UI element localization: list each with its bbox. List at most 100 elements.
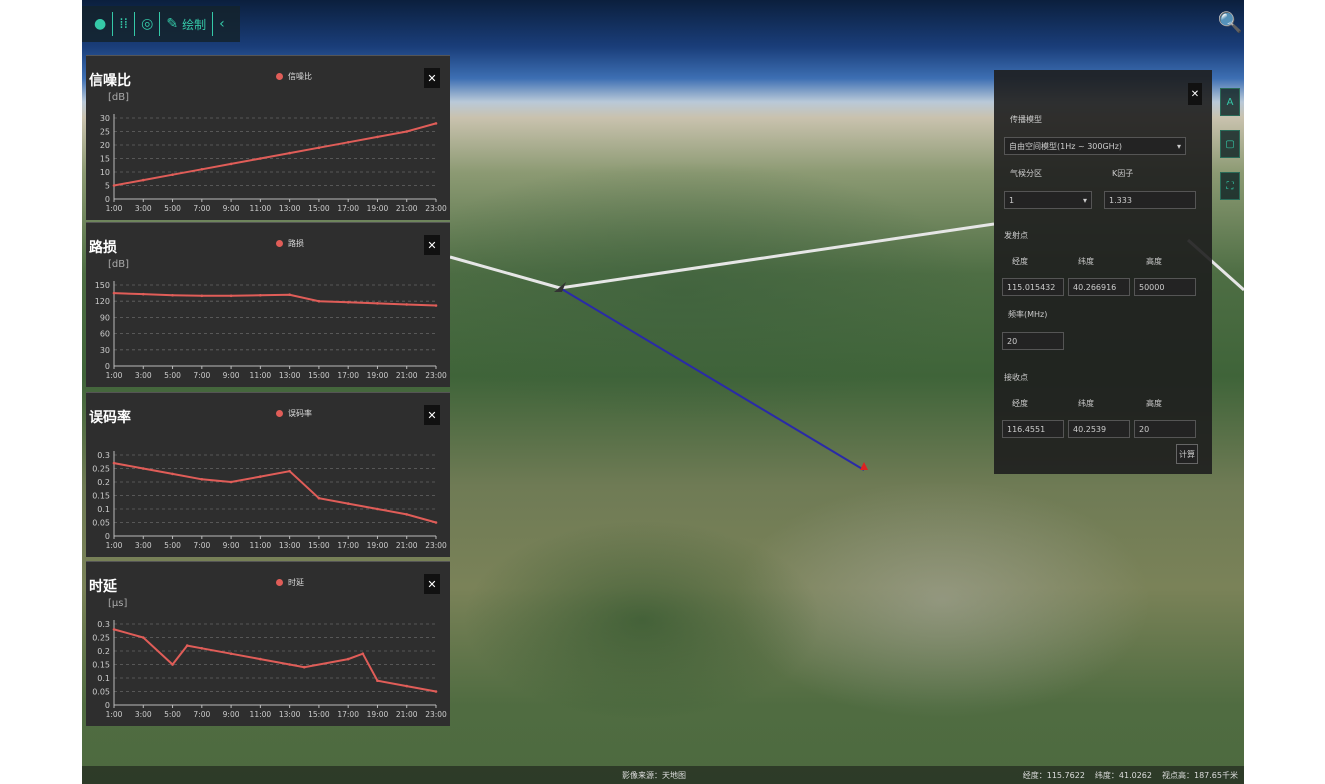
x-tick-label: 5:00: [164, 204, 181, 213]
x-tick-label: 15:00: [308, 371, 330, 380]
x-tick-label: 17:00: [337, 371, 359, 380]
x-tick-label: 13:00: [279, 204, 301, 213]
x-tick-label: 1:00: [106, 541, 123, 550]
search-icon[interactable]: 🔍: [1218, 10, 1243, 34]
grid-glyph: ⁞⁞: [119, 16, 129, 32]
globe-glyph: ●: [94, 16, 107, 32]
x-tick-label: 3:00: [135, 710, 152, 719]
data-point: [200, 478, 204, 481]
data-point: [200, 294, 204, 298]
y-tick-label: 90: [100, 313, 110, 322]
tx-lat-input[interactable]: 40.266916: [1068, 278, 1130, 296]
x-tick-label: 19:00: [367, 371, 389, 380]
series-line: [113, 628, 437, 693]
tx-alt-input[interactable]: 50000: [1134, 278, 1196, 296]
y-tick-label: 0.05: [92, 688, 110, 697]
y-tick-label: 0: [105, 362, 110, 371]
data-point: [259, 157, 262, 160]
data-point: [112, 184, 116, 187]
x-tick-label: 23:00: [425, 541, 447, 550]
y-tick-label: 20: [100, 141, 110, 150]
data-point: [346, 657, 350, 661]
x-tick-label: 11:00: [250, 710, 272, 719]
calculate-button[interactable]: 计算: [1176, 444, 1198, 464]
data-point: [405, 130, 409, 133]
data-point: [141, 467, 145, 470]
rx-lat-input[interactable]: 40.2539: [1068, 420, 1130, 438]
data-point: [259, 475, 262, 478]
globe-icon[interactable]: ●: [88, 12, 114, 36]
data-point: [171, 663, 174, 666]
data-point: [141, 292, 145, 296]
series-line: [113, 292, 437, 307]
close-button[interactable]: ✕: [1188, 83, 1202, 105]
coordinate-readout: 经度：115.7622 纬度：41.0262 视点高：187.65千米: [1023, 770, 1238, 781]
data-point: [346, 502, 350, 505]
data-point: [317, 496, 321, 500]
text-icon[interactable]: A: [1220, 88, 1240, 116]
region-label: 气候分区: [1010, 169, 1042, 178]
data-point: [361, 652, 365, 655]
y-tick-label: 150: [95, 281, 110, 290]
rx-lon-input[interactable]: 116.4551: [1002, 420, 1064, 438]
data-point: [171, 173, 174, 176]
y-tick-label: 0.3: [97, 451, 110, 460]
y-tick-label: 0.1: [97, 505, 110, 514]
data-point: [288, 151, 291, 155]
data-point: [434, 521, 438, 524]
tx-lon-input[interactable]: 115.015432: [1002, 278, 1064, 296]
data-point: [302, 665, 306, 669]
x-tick-label: 9:00: [223, 541, 240, 550]
k-factor-input[interactable]: 1.333: [1104, 191, 1196, 209]
data-point: [376, 302, 379, 305]
data-point: [200, 168, 204, 171]
y-tick-label: 15: [100, 155, 110, 164]
data-point: [171, 472, 174, 476]
status-bar: 影像来源：天地图 经度：115.7622 纬度：41.0262 视点高：187.…: [82, 766, 1244, 784]
freq-input[interactable]: 20: [1002, 332, 1064, 350]
data-point: [185, 644, 189, 647]
rx-alt-input[interactable]: 20: [1134, 420, 1196, 438]
y-tick-label: 0.25: [92, 634, 110, 643]
chevron-glyph: ‹: [219, 16, 225, 32]
series-line: [113, 122, 437, 187]
x-tick-label: 21:00: [396, 204, 418, 213]
pencil-icon: ✎: [166, 16, 179, 32]
x-tick-label: 19:00: [367, 710, 389, 719]
imagery-source: 影像来源：天地图: [622, 771, 686, 780]
x-tick-label: 7:00: [193, 371, 210, 380]
x-tick-label: 21:00: [396, 371, 418, 380]
grid-icon[interactable]: ⁞⁞: [113, 12, 136, 36]
rx-alt-label: 高度: [1146, 399, 1162, 408]
x-tick-label: 17:00: [337, 710, 359, 719]
region-select[interactable]: 1: [1004, 191, 1092, 210]
receive-section-label: 接收点: [1004, 373, 1028, 382]
propagation-form-panel: ✕ 传播模型 自由空间模型(1Hz ~ 300GHz) 气候分区 K因子 1 1…: [994, 70, 1212, 474]
y-tick-label: 0.05: [92, 519, 110, 528]
data-point: [229, 480, 233, 484]
snr-chart: 0 5 10 15 20 25 30 1:00 3:00 5:00 7:00 9:00 11:00 13:…: [100, 114, 447, 213]
x-tick-label: 13:00: [279, 371, 301, 380]
draw-button[interactable]: ✎ 绘制: [160, 12, 214, 36]
status-lat: 纬度：41.0262: [1094, 771, 1152, 780]
model-select[interactable]: 自由空间模型(1Hz ~ 300GHz): [1004, 137, 1186, 156]
y-tick-label: 0: [105, 532, 110, 541]
data-point: [288, 293, 291, 297]
x-tick-label: 7:00: [193, 710, 210, 719]
pathloss-chart: 0 30 60 90 120 150 1:00 3:00 5:00 7:00 9:00 11:00 13…: [95, 281, 447, 380]
x-tick-label: 3:00: [135, 371, 152, 380]
data-point: [259, 293, 262, 297]
x-tick-label: 9:00: [223, 371, 240, 380]
data-point: [405, 684, 409, 688]
x-tick-label: 3:00: [135, 204, 152, 213]
data-point: [376, 135, 379, 139]
data-point: [200, 647, 204, 650]
fullscreen-icon[interactable]: ⛶: [1220, 172, 1240, 200]
square-icon[interactable]: ▢: [1220, 130, 1240, 158]
delay-chart-panel: 时延 [μs] 时延 ✕ 0 0.05 0.1 0.15 0.2 0.25 0.3 1:00 3…: [86, 561, 450, 726]
chevron-left-icon[interactable]: ‹: [213, 12, 231, 36]
data-point: [259, 657, 262, 661]
layers-icon[interactable]: ◎: [135, 12, 161, 36]
data-point: [405, 513, 409, 516]
receiver-pin-icon: [860, 462, 868, 470]
